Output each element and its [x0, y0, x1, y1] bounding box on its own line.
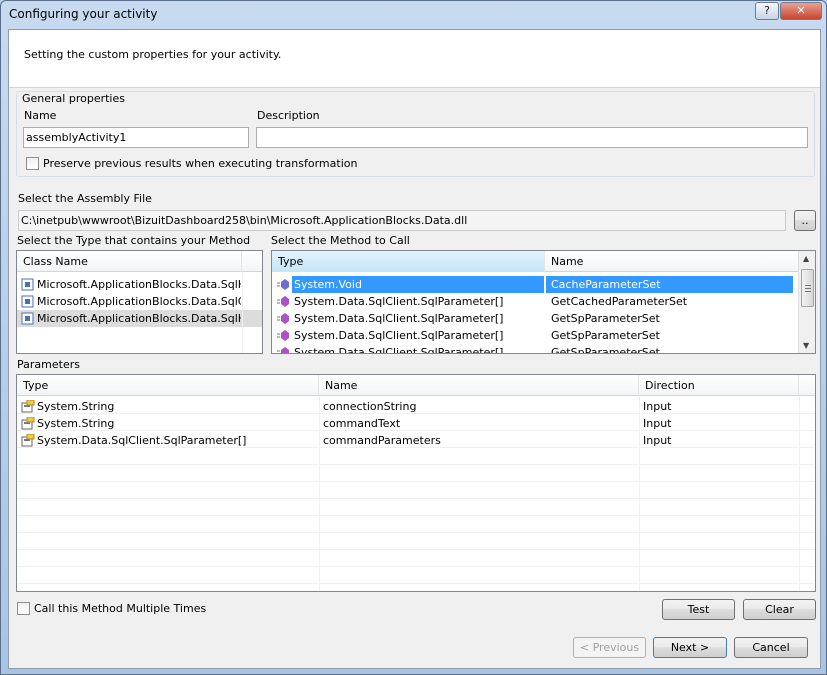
method-icon: [276, 329, 290, 342]
method-row-name: GetSpParameterSet: [551, 312, 660, 325]
preserve-results-label: Preserve previous results when executing…: [43, 157, 358, 170]
method-row-type: System.Data.SqlClient.SqlParameter[]: [294, 295, 504, 308]
call-multiple-label: Call this Method Multiple Times: [34, 602, 207, 615]
method-type-column-header[interactable]: Type: [272, 251, 545, 272]
method-row[interactable]: System.Data.SqlClient.SqlParameter[] Get…: [272, 310, 798, 327]
method-row-type: System.Void: [292, 276, 544, 293]
method-icon: [276, 295, 290, 308]
method-row[interactable]: System.Data.SqlClient.SqlParameter[] Get…: [272, 293, 798, 310]
type-list-column-divider: [242, 272, 243, 353]
type-row-label: Microsoft.ApplicationBlocks.Data.SqlCo..…: [37, 295, 241, 308]
next-button[interactable]: Next >: [653, 637, 727, 658]
assembly-file-label: Select the Assembly File: [18, 192, 152, 205]
method-row-type: System.Data.SqlClient.SqlParameter[]: [294, 329, 504, 342]
class-icon: [21, 312, 35, 325]
param-direction-column-header[interactable]: Direction: [639, 375, 799, 396]
class-name-column-header[interactable]: Class Name: [17, 251, 242, 272]
class-icon: [21, 295, 35, 308]
previous-button[interactable]: < Previous: [573, 637, 646, 658]
type-row-label: Microsoft.ApplicationBlocks.Data.SqlHe..…: [37, 278, 241, 291]
name-input[interactable]: assemblyActivity1: [23, 127, 249, 148]
parameter-icon: [21, 399, 35, 413]
help-button[interactable]: ?: [755, 2, 779, 20]
method-icon: [276, 346, 290, 353]
method-section-label: Select the Method to Call: [271, 234, 410, 247]
call-multiple-checkbox[interactable]: [17, 602, 30, 615]
method-row-type: System.Data.SqlClient.SqlParameter[]: [294, 312, 504, 325]
type-list[interactable]: Class Name Microsoft.ApplicationBlocks.D…: [16, 250, 263, 354]
method-row-name: CacheParameterSet: [546, 276, 793, 293]
parameter-direction: Input: [643, 400, 672, 413]
type-row[interactable]: Microsoft.ApplicationBlocks.Data.SqlHe..…: [17, 276, 262, 293]
parameter-name: commandText: [323, 417, 401, 430]
parameter-name: connectionString: [323, 400, 417, 413]
type-list-header: Class Name: [17, 251, 262, 272]
method-row-partial[interactable]: System.Data.SqlClient.SqlParameter[] Get…: [272, 344, 798, 354]
dialog-client-area: Setting the custom properties for your a…: [8, 29, 821, 669]
test-button[interactable]: Test: [662, 599, 735, 620]
title-bar[interactable]: Configuring your activity ? ✕: [1, 1, 826, 29]
parameter-name: commandParameters: [323, 434, 441, 447]
parameter-type: System.Data.SqlClient.SqlParameter[]: [37, 434, 247, 447]
method-list-scrollbar[interactable]: ▲ ▼: [798, 251, 815, 353]
class-icon: [21, 278, 35, 291]
preserve-results-checkbox[interactable]: [26, 157, 39, 170]
parameter-direction: Input: [643, 417, 672, 430]
browse-assembly-button[interactable]: ..: [794, 210, 816, 231]
close-button[interactable]: ✕: [780, 2, 822, 20]
parameters-list-header: Type Name Direction: [17, 375, 815, 396]
description-label: Description: [257, 109, 320, 122]
method-row-name: GetCachedParameterSet: [551, 295, 688, 308]
assembly-path-field[interactable]: C:\inetpub\wwwroot\BizuitDashboard258\bi…: [18, 210, 786, 231]
parameter-type: System.String: [37, 400, 115, 413]
type-section-label: Select the Type that contains your Metho…: [17, 234, 251, 247]
header-description: Setting the custom properties for your a…: [24, 48, 282, 61]
parameter-row[interactable]: System.String commandText Input: [17, 415, 815, 432]
method-icon: [276, 312, 290, 325]
parameter-icon: [21, 416, 35, 430]
description-input[interactable]: [256, 127, 808, 148]
method-row[interactable]: System.Data.SqlClient.SqlParameter[] Get…: [272, 327, 798, 344]
scroll-up-icon[interactable]: ▲: [803, 254, 809, 263]
type-row-label: Microsoft.ApplicationBlocks.Data.SqlHe..…: [37, 312, 241, 325]
window-title: Configuring your activity: [9, 7, 158, 21]
type-row[interactable]: Microsoft.ApplicationBlocks.Data.SqlCo..…: [17, 293, 262, 310]
method-row-name: GetSpParameterSet: [551, 329, 660, 342]
parameters-list[interactable]: Type Name Direction System.String connec…: [16, 374, 816, 592]
parameters-label: Parameters: [17, 358, 80, 371]
cancel-button[interactable]: Cancel: [734, 637, 808, 658]
parameter-icon: [21, 433, 35, 447]
param-name-column-header[interactable]: Name: [319, 375, 639, 396]
clear-button[interactable]: Clear: [743, 599, 816, 620]
general-properties-label: General properties: [21, 92, 126, 105]
method-icon: [276, 278, 290, 291]
parameter-row[interactable]: System.Data.SqlClient.SqlParameter[] com…: [17, 432, 815, 449]
param-type-column-header[interactable]: Type: [17, 375, 319, 396]
dialog-window: Configuring your activity ? ✕ Setting th…: [0, 0, 827, 675]
parameter-type: System.String: [37, 417, 115, 430]
scroll-down-icon[interactable]: ▼: [803, 341, 809, 350]
scroll-thumb[interactable]: [801, 269, 814, 307]
method-row-name: GetSpParameterSet: [551, 346, 660, 354]
method-row-selected[interactable]: System.Void CacheParameterSet: [272, 276, 798, 293]
parameter-direction: Input: [643, 434, 672, 447]
method-list-header: Type Name: [272, 251, 800, 272]
method-row-type: System.Data.SqlClient.SqlParameter[]: [294, 346, 504, 354]
method-list[interactable]: Type Name System.Void CacheParameterSet …: [271, 250, 816, 354]
name-label: Name: [24, 109, 57, 122]
type-row-selected[interactable]: Microsoft.ApplicationBlocks.Data.SqlHe..…: [17, 310, 262, 327]
parameter-row[interactable]: System.String connectionString Input: [17, 398, 815, 415]
method-name-column-header[interactable]: Name: [545, 251, 800, 272]
header-panel: Setting the custom properties for your a…: [9, 30, 820, 88]
